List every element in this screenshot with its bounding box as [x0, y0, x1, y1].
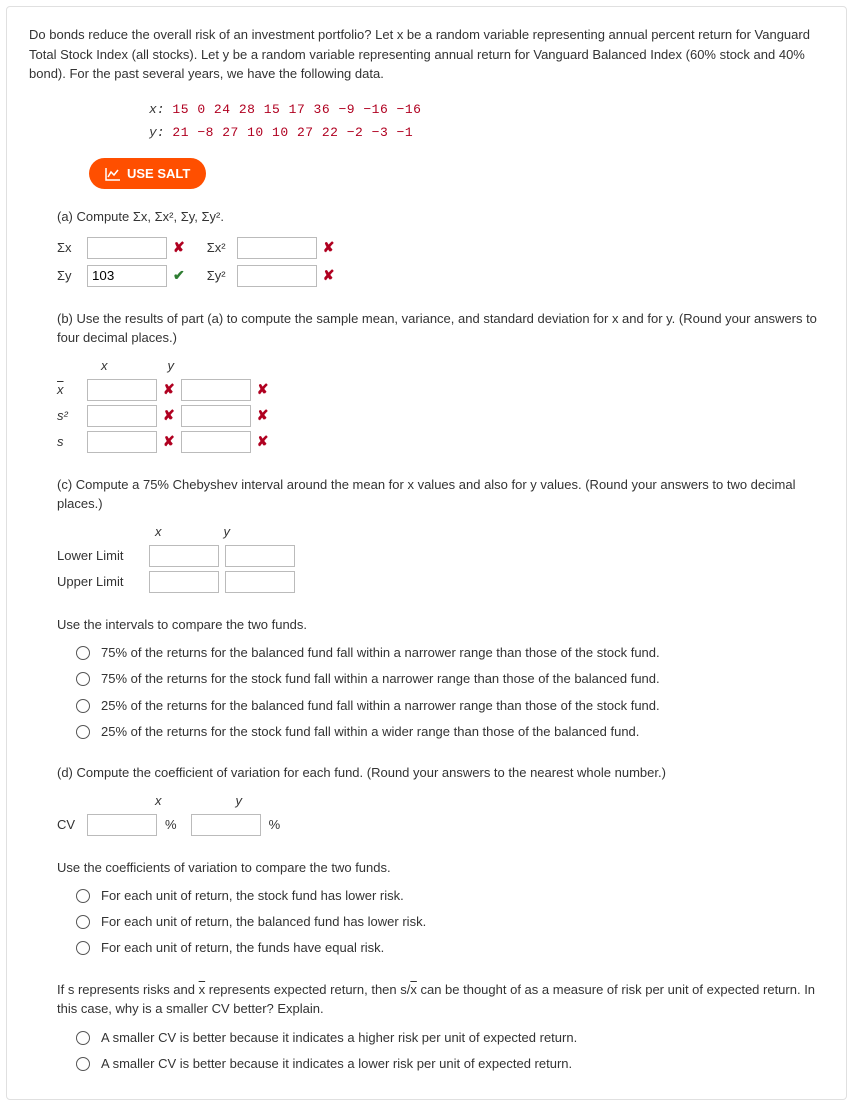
var-y-input[interactable]	[181, 405, 251, 427]
sigma-x-input[interactable]	[87, 237, 167, 259]
sigma-y2-input[interactable]	[237, 265, 317, 287]
compare-intervals-prompt: Use the intervals to compare the two fun…	[57, 615, 824, 635]
option-text: A smaller CV is better because it indica…	[101, 1055, 572, 1073]
chart-icon	[105, 167, 121, 181]
interval-option-0[interactable]: 75% of the returns for the balanced fund…	[71, 644, 824, 662]
wrong-icon: ✘	[323, 239, 335, 256]
data-table: x: 15 0 24 28 15 17 36 −9 −16 −16 y: 21 …	[149, 98, 824, 145]
cv-option-2[interactable]: For each unit of return, the funds have …	[71, 939, 824, 957]
x-row-label: x:	[149, 102, 165, 117]
col-y: y	[168, 358, 175, 373]
col-y: y	[236, 793, 243, 808]
intro-text: Do bonds reduce the overall risk of an i…	[29, 25, 824, 84]
sd-y-input[interactable]	[181, 431, 251, 453]
x-row-values: 15 0 24 28 15 17 36 −9 −16 −16	[172, 102, 421, 117]
sd-x-input[interactable]	[87, 431, 157, 453]
wrong-icon: ✘	[257, 407, 269, 424]
option-text: For each unit of return, the funds have …	[101, 939, 384, 957]
radio-input[interactable]	[76, 889, 90, 903]
wrong-icon: ✘	[323, 267, 335, 284]
y-row-values: 21 −8 27 10 10 27 22 −2 −3 −1	[172, 125, 413, 140]
radio-input[interactable]	[76, 1057, 90, 1071]
option-text: A smaller CV is better because it indica…	[101, 1029, 577, 1047]
radio-input[interactable]	[76, 915, 90, 929]
row-sd-label: s	[57, 434, 81, 449]
explain-option-0[interactable]: A smaller CV is better because it indica…	[71, 1029, 824, 1047]
var-x-input[interactable]	[87, 405, 157, 427]
option-text: 25% of the returns for the balanced fund…	[101, 697, 660, 715]
interval-option-2[interactable]: 25% of the returns for the balanced fund…	[71, 697, 824, 715]
cv-label: CV	[57, 817, 81, 832]
compare-cv-prompt: Use the coefficients of variation to com…	[57, 858, 824, 878]
col-x: x	[155, 793, 162, 808]
compare-cv: Use the coefficients of variation to com…	[29, 858, 824, 958]
wrong-icon: ✘	[173, 239, 185, 256]
part-c: (c) Compute a 75% Chebyshev interval aro…	[29, 475, 824, 593]
explain-cv-prompt: If s represents risks and x represents e…	[57, 980, 824, 1019]
interval-option-1[interactable]: 75% of the returns for the stock fund fa…	[71, 670, 824, 688]
cv-option-1[interactable]: For each unit of return, the balanced fu…	[71, 913, 824, 931]
use-salt-button[interactable]: USE SALT	[89, 158, 206, 189]
cv-y-input[interactable]	[191, 814, 261, 836]
row-mean-label: x	[57, 382, 81, 397]
option-text: 75% of the returns for the balanced fund…	[101, 644, 660, 662]
upper-y-input[interactable]	[225, 571, 295, 593]
y-row-label: y:	[149, 125, 165, 140]
explain-option-1[interactable]: A smaller CV is better because it indica…	[71, 1055, 824, 1073]
cv-option-0[interactable]: For each unit of return, the stock fund …	[71, 887, 824, 905]
part-d: (d) Compute the coefficient of variation…	[29, 763, 824, 836]
sigma-x2-input[interactable]	[237, 237, 317, 259]
radio-input[interactable]	[76, 646, 90, 660]
wrong-icon: ✘	[163, 433, 175, 450]
explain-cv: If s represents risks and x represents e…	[29, 980, 824, 1073]
use-salt-label: USE SALT	[127, 166, 190, 181]
option-text: 75% of the returns for the stock fund fa…	[101, 670, 660, 688]
row-var-label: s²	[57, 408, 81, 423]
wrong-icon: ✘	[257, 433, 269, 450]
compare-intervals: Use the intervals to compare the two fun…	[29, 615, 824, 741]
option-text: For each unit of return, the stock fund …	[101, 887, 404, 905]
radio-input[interactable]	[76, 672, 90, 686]
interval-option-3[interactable]: 25% of the returns for the stock fund fa…	[71, 723, 824, 741]
col-y: y	[224, 524, 231, 539]
part-c-prompt: (c) Compute a 75% Chebyshev interval aro…	[57, 475, 824, 514]
part-a-prompt: (a) Compute Σx, Σx², Σy, Σy².	[57, 207, 824, 227]
upper-limit-label: Upper Limit	[57, 574, 143, 589]
lower-y-input[interactable]	[225, 545, 295, 567]
percent-label: %	[269, 817, 281, 832]
sigma-x-label: Σx	[57, 240, 81, 255]
lower-x-input[interactable]	[149, 545, 219, 567]
wrong-icon: ✘	[163, 381, 175, 398]
radio-input[interactable]	[76, 1031, 90, 1045]
upper-x-input[interactable]	[149, 571, 219, 593]
option-text: For each unit of return, the balanced fu…	[101, 913, 426, 931]
option-text: 25% of the returns for the stock fund fa…	[101, 723, 639, 741]
sigma-y-input[interactable]	[87, 265, 167, 287]
mean-y-input[interactable]	[181, 379, 251, 401]
sigma-x2-label: Σx²	[207, 240, 231, 255]
sigma-y-label: Σy	[57, 268, 81, 283]
radio-input[interactable]	[76, 725, 90, 739]
lower-limit-label: Lower Limit	[57, 548, 143, 563]
part-a: (a) Compute Σx, Σx², Σy, Σy². Σx ✘ Σx² ✘…	[29, 207, 824, 287]
radio-input[interactable]	[76, 941, 90, 955]
part-d-prompt: (d) Compute the coefficient of variation…	[57, 763, 824, 783]
wrong-icon: ✘	[257, 381, 269, 398]
radio-input[interactable]	[76, 699, 90, 713]
mean-x-input[interactable]	[87, 379, 157, 401]
wrong-icon: ✘	[163, 407, 175, 424]
percent-label: %	[165, 817, 177, 832]
part-b: (b) Use the results of part (a) to compu…	[29, 309, 824, 453]
col-x: x	[155, 524, 162, 539]
cv-x-input[interactable]	[87, 814, 157, 836]
correct-icon: ✔	[173, 267, 185, 284]
col-x: x	[101, 358, 108, 373]
part-b-prompt: (b) Use the results of part (a) to compu…	[57, 309, 824, 348]
sigma-y2-label: Σy²	[207, 268, 231, 283]
question-card: Do bonds reduce the overall risk of an i…	[6, 6, 847, 1100]
